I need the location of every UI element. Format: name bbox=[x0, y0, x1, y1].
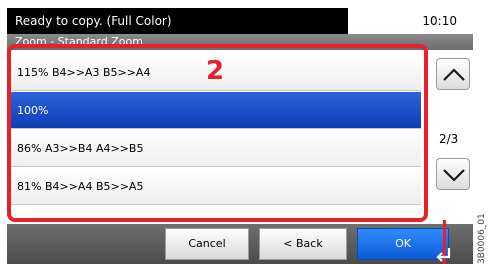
status-message: Ready to copy. (Full Color) bbox=[7, 8, 348, 34]
enter-icon bbox=[436, 248, 451, 262]
zoom-option-81[interactable]: 81% B4>>A4 B5>>A5 bbox=[9, 168, 421, 205]
screen-title: Zoom - Standard Zoom bbox=[7, 34, 473, 50]
scroll-up-button[interactable] bbox=[436, 58, 470, 90]
zoom-list-area: 115% B4>>A3 B5>>A4 100% 86% A3>>B4 A4>>B… bbox=[7, 50, 473, 224]
page-indicator: 2/3 bbox=[439, 132, 459, 146]
figure-id: 3B0006_01 bbox=[477, 213, 487, 264]
copy-screen: Ready to copy. (Full Color) 10:10 Zoom -… bbox=[0, 0, 478, 264]
zoom-option-86[interactable]: 86% A3>>B4 A4>>B5 bbox=[9, 130, 421, 167]
step-callout: 2 bbox=[206, 56, 225, 86]
pager: 2/3 bbox=[430, 50, 473, 224]
zoom-option-100[interactable]: 100% bbox=[9, 92, 421, 129]
chevron-down-icon bbox=[443, 169, 465, 182]
bottom-bar: Cancel < Back OK bbox=[7, 224, 473, 264]
scroll-down-button[interactable] bbox=[436, 158, 470, 190]
chevron-up-icon bbox=[443, 68, 465, 81]
clock: 10:10 bbox=[422, 14, 457, 28]
cancel-button[interactable]: Cancel bbox=[165, 228, 249, 260]
back-button[interactable]: < Back bbox=[259, 228, 347, 260]
status-bar: Ready to copy. (Full Color) 10:10 bbox=[7, 8, 473, 34]
